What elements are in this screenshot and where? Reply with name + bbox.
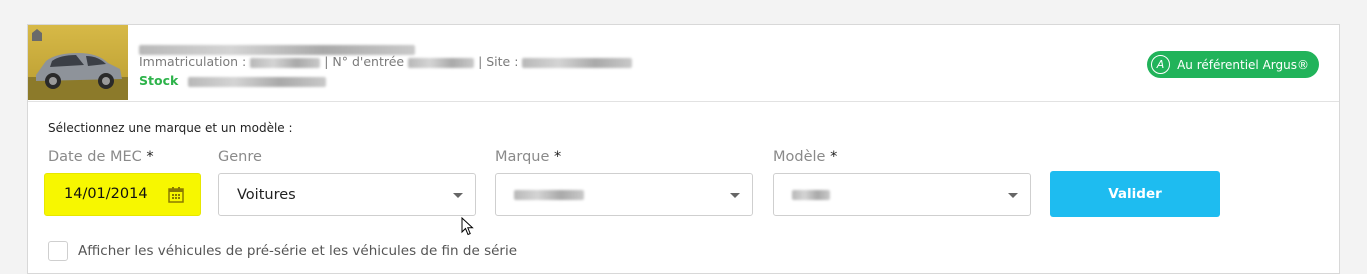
marque-label-text: Marque bbox=[495, 149, 550, 165]
required-mark: * bbox=[554, 149, 562, 165]
chevron-down-icon bbox=[730, 193, 740, 198]
stock-badge: Stock bbox=[139, 73, 179, 88]
modele-value-redacted bbox=[792, 190, 830, 200]
marque-select[interactable] bbox=[495, 173, 753, 216]
date-mec-input[interactable]: 14/01/2014 bbox=[44, 173, 201, 216]
mouse-cursor-icon bbox=[461, 217, 474, 236]
chevron-down-icon bbox=[453, 193, 463, 198]
preserie-option: Afficher les véhicules de pré-série et l… bbox=[48, 241, 517, 261]
date-label-text: Date de MEC bbox=[48, 149, 142, 165]
required-mark: * bbox=[830, 149, 838, 165]
argus-reference-button[interactable]: A Au référentiel Argus® bbox=[1147, 51, 1319, 78]
date-value: 14/01/2014 bbox=[64, 186, 148, 202]
genre-label: Genre bbox=[218, 149, 262, 165]
preserie-label: Afficher les véhicules de pré-série et l… bbox=[78, 243, 518, 259]
modele-select[interactable] bbox=[773, 173, 1031, 216]
valider-button[interactable]: Valider bbox=[1050, 171, 1220, 217]
date-label: Date de MEC * bbox=[48, 149, 154, 165]
site-value-redacted bbox=[522, 57, 633, 68]
vehicle-summary: Immatriculation : | N° d'entrée | Site :… bbox=[28, 25, 1339, 102]
immat-label: Immatriculation : bbox=[139, 54, 251, 69]
site-label: | Site : bbox=[474, 54, 523, 69]
stock-date-redacted bbox=[188, 76, 327, 87]
marque-label: Marque * bbox=[495, 149, 561, 165]
immat-value-redacted bbox=[250, 57, 321, 68]
calendar-icon[interactable] bbox=[168, 187, 184, 203]
vehicle-photo bbox=[28, 25, 128, 100]
section-title: Sélectionnez une marque et un modèle : bbox=[48, 121, 293, 135]
argus-button-label: Au référentiel Argus® bbox=[1177, 57, 1309, 72]
entry-label: | N° d'entrée bbox=[320, 54, 409, 69]
modele-label-text: Modèle bbox=[773, 149, 826, 165]
argus-logo-icon: A bbox=[1151, 55, 1171, 74]
chevron-down-icon bbox=[1008, 193, 1018, 198]
genre-select[interactable]: Voitures bbox=[218, 173, 476, 216]
vehicle-info: Immatriculation : | N° d'entrée | Site : bbox=[139, 54, 633, 69]
modele-label: Modèle * bbox=[773, 149, 837, 165]
preserie-checkbox[interactable] bbox=[48, 241, 68, 261]
vehicle-status: Stock bbox=[139, 73, 327, 88]
genre-value: Voitures bbox=[237, 187, 296, 203]
entry-value-redacted bbox=[408, 57, 475, 68]
vehicle-card: Immatriculation : | N° d'entrée | Site :… bbox=[27, 24, 1340, 274]
required-mark: * bbox=[146, 149, 154, 165]
marque-value-redacted bbox=[514, 190, 584, 200]
